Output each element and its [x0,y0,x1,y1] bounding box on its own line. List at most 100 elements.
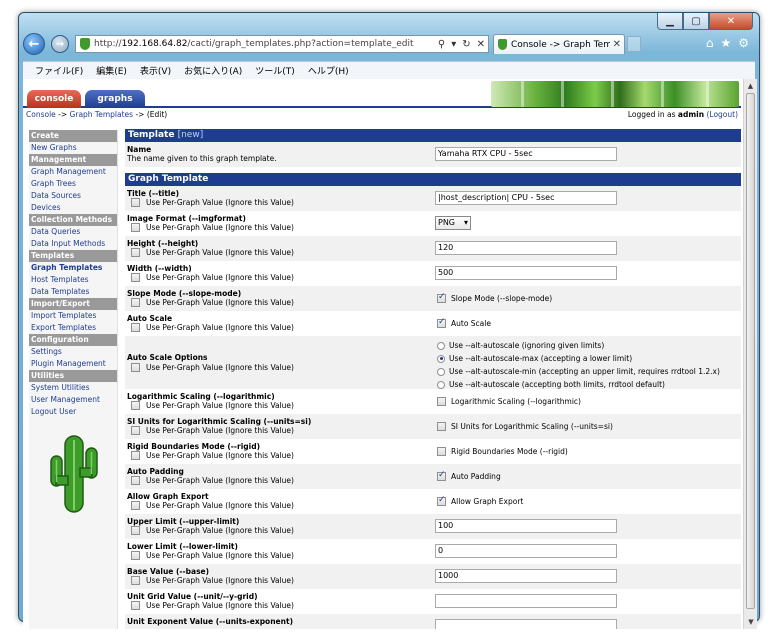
console-tab[interactable]: console [27,90,81,108]
minimize-icon[interactable]: ▁ [657,13,683,30]
si-units-per-graph-checkbox[interactable] [131,426,140,435]
radio-alt-autoscale-min[interactable] [437,367,445,376]
auto-scale-per-graph-checkbox[interactable] [131,323,140,332]
scroll-thumb[interactable] [746,93,755,609]
breadcrumb-console[interactable]: Console [26,110,56,119]
sidebar-item-export-templates[interactable]: Export Templates [29,322,117,334]
settings-gear-icon[interactable]: ⚙ [738,36,749,50]
width-per-graph: Use Per-Graph Value (Ignore this Value) [131,273,294,282]
upper-limit-input[interactable]: 100 [435,519,617,533]
scroll-up-icon[interactable]: ▲ [744,79,757,93]
url-path: /cacti/graph_templates.php?action=templa… [187,39,414,49]
slope-mode-per-graph: Use Per-Graph Value (Ignore this Value) [131,298,294,307]
sidebar-item-graph-management[interactable]: Graph Management [29,166,117,178]
auto-scale-radio-option[interactable]: Use --alt-autoscale-min (accepting an up… [437,365,720,378]
sidebar-item-logout-user[interactable]: Logout User [29,406,117,418]
address-url[interactable]: http://192.168.64.82/cacti/graph_templat… [94,39,435,49]
logarithmic-per-graph-checkbox[interactable] [131,401,140,410]
si-units-row: SI Units for Logarithmic Scaling (--unit… [125,414,741,439]
radio-alt-autoscale-both[interactable] [437,380,445,389]
close-window-icon[interactable]: ✕ [709,13,753,30]
menu-file[interactable]: ファイル(F) [35,64,83,77]
sidebar-item-host-templates[interactable]: Host Templates [29,274,117,286]
menu-view[interactable]: 表示(V) [140,64,171,77]
stop-icon[interactable]: ✕ [474,39,488,50]
height-per-graph-checkbox[interactable] [131,248,140,257]
auto-padding-per-graph-checkbox[interactable] [131,476,140,485]
menu-tools[interactable]: ツール(T) [255,64,295,77]
home-icon[interactable]: ⌂ [706,36,714,50]
sidebar-item-data-sources[interactable]: Data Sources [29,190,117,202]
width-per-graph-checkbox[interactable] [131,273,140,282]
si-units-checkbox[interactable] [437,422,446,431]
image-format-select[interactable]: PNG [435,216,471,230]
scroll-down-icon[interactable]: ▼ [744,615,757,629]
graph-export-checkbox[interactable] [437,495,446,506]
auto-scale-radio-option[interactable]: Use --alt-autoscale-max (accepting a low… [437,352,720,365]
auto-padding-checkbox[interactable] [437,470,446,481]
new-tab-button[interactable] [627,36,641,52]
slope-mode-per-graph-checkbox[interactable] [131,298,140,307]
unit-grid-input[interactable] [435,594,617,608]
search-icon[interactable]: ⚲ [435,39,448,50]
menu-favorites[interactable]: お気に入り(A) [184,64,242,77]
sidebar-item-plugin-management[interactable]: Plugin Management [29,358,117,370]
address-bar[interactable]: http://192.168.64.82/cacti/graph_templat… [75,35,489,53]
image-format-per-graph-label: Use Per-Graph Value (Ignore this Value) [146,223,294,232]
dropdown-icon[interactable]: ▾ [448,39,459,50]
radio-alt-autoscale-max[interactable] [437,354,445,363]
title-input[interactable]: |host_description| CPU - 5sec [435,191,617,205]
logarithmic-checkbox[interactable] [437,397,446,406]
rigid-checkbox[interactable] [437,447,446,456]
sidebar-item-data-queries[interactable]: Data Queries [29,226,117,238]
maximize-icon[interactable]: ▢ [683,13,709,30]
sidebar-item-devices[interactable]: Devices [29,202,117,214]
tab-close-icon[interactable]: ✕ [610,39,624,50]
browser-tab[interactable]: Console -> Graph Templ... ✕ [493,34,625,54]
sidebar-item-data-templates[interactable]: Data Templates [29,286,117,298]
graph-export-per-graph-checkbox[interactable] [131,501,140,510]
image-format-per-graph-checkbox[interactable] [131,223,140,232]
sidebar-item-data-input-methods[interactable]: Data Input Methods [29,238,117,250]
vertical-scrollbar[interactable]: ▲ ▼ [743,79,757,629]
forward-button[interactable]: → [51,35,69,53]
favorites-star-icon[interactable]: ★ [720,36,731,50]
radio-alt-autoscale-label: Use --alt-autoscale (ignoring given limi… [449,341,605,350]
template-section-header: Template [new] [125,129,741,142]
lower-limit-input[interactable]: 0 [435,544,617,558]
unit-exponent-input[interactable] [435,619,617,629]
slope-mode-checkbox[interactable] [437,292,446,303]
sidebar-item-graph-templates[interactable]: Graph Templates [29,262,117,274]
radio-alt-autoscale[interactable] [437,341,445,350]
graphs-tab[interactable]: graphs [85,90,145,108]
sidebar-item-graph-trees[interactable]: Graph Trees [29,178,117,190]
breadcrumb-graph-templates[interactable]: Graph Templates [70,110,134,119]
name-input[interactable]: Yamaha RTX CPU - 5sec [435,147,617,161]
sidebar-item-system-utilities[interactable]: System Utilities [29,382,117,394]
rigid-per-graph-label: Use Per-Graph Value (Ignore this Value) [146,451,294,460]
lower-limit-per-graph-checkbox[interactable] [131,551,140,560]
auto-scale-checkbox[interactable] [437,317,446,328]
sidebar-item-import-templates[interactable]: Import Templates [29,310,117,322]
width-input[interactable]: 500 [435,266,617,280]
upper-limit-per-graph-checkbox[interactable] [131,526,140,535]
sidebar-item-user-management[interactable]: User Management [29,394,117,406]
base-value-input[interactable]: 1000 [435,569,617,583]
refresh-icon[interactable]: ↻ [459,39,473,50]
sidebar-item-settings[interactable]: Settings [29,346,117,358]
title-per-graph-checkbox[interactable] [131,198,140,207]
logout-link[interactable]: (Logout) [706,110,738,119]
radio-alt-autoscale-min-label: Use --alt-autoscale-min (accepting an up… [449,367,720,376]
base-value-per-graph-checkbox[interactable] [131,576,140,585]
menu-edit[interactable]: 編集(E) [96,64,127,77]
auto-scale-options-per-graph-checkbox[interactable] [131,363,140,372]
rigid-per-graph-checkbox[interactable] [131,451,140,460]
menu-help[interactable]: ヘルプ(H) [308,64,349,77]
height-input[interactable]: 120 [435,241,617,255]
sidebar-item-new-graphs[interactable]: New Graphs [29,142,117,154]
auto-scale-radio-option[interactable]: Use --alt-autoscale (ignoring given limi… [437,339,720,352]
unit-exponent-label: Unit Exponent Value (--units-exponent) [127,617,293,626]
back-button[interactable]: ← [23,33,45,55]
unit-grid-per-graph-checkbox[interactable] [131,601,140,610]
cacti-favicon-icon [80,38,90,50]
